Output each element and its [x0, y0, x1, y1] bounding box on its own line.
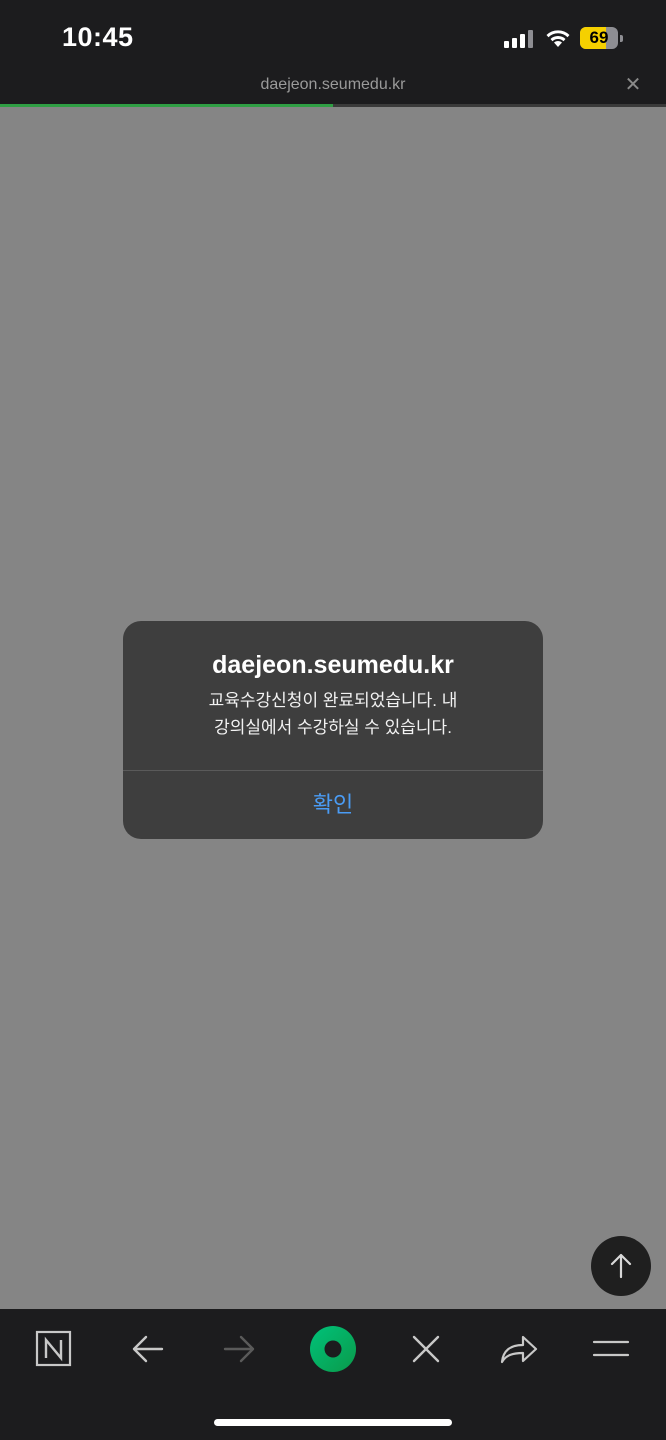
- green-dot-icon: [310, 1326, 356, 1372]
- scroll-to-top-button[interactable]: [591, 1236, 651, 1296]
- back-button[interactable]: [117, 1327, 177, 1371]
- menu-button[interactable]: [582, 1327, 642, 1371]
- close-button[interactable]: [396, 1327, 456, 1371]
- green-dot-button[interactable]: [303, 1325, 363, 1373]
- status-time: 10:45: [62, 22, 134, 52]
- forward-button[interactable]: [210, 1327, 270, 1371]
- status-bar: 10:45 69: [0, 0, 666, 74]
- arrow-up-icon: [610, 1253, 632, 1279]
- alert-message: 교육수강신청이 완료되었습니다. 내 강의실에서 수강하실 수 있습니다.: [163, 687, 503, 741]
- cellular-signal-icon: [504, 30, 534, 48]
- back-arrow-icon: [132, 1335, 164, 1363]
- battery-icon: 69: [580, 27, 623, 49]
- wifi-icon: [546, 30, 570, 47]
- alert-dialog: daejeon.seumedu.kr 교육수강신청이 완료되었습니다. 내 강의…: [123, 621, 543, 839]
- close-tab-icon[interactable]: ✕: [624, 74, 642, 96]
- close-icon: [412, 1335, 440, 1363]
- home-indicator: [214, 1419, 452, 1426]
- forward-arrow-icon: [223, 1335, 255, 1363]
- confirm-button[interactable]: 확인: [123, 771, 543, 839]
- menu-icon: [592, 1340, 630, 1357]
- url-bar[interactable]: daejeon.seumedu.kr ✕: [0, 74, 666, 104]
- naver-home-button[interactable]: [24, 1327, 84, 1371]
- url-text[interactable]: daejeon.seumedu.kr: [0, 76, 666, 94]
- alert-message-line-1: 교육수강신청이 완료되었습니다. 내: [208, 691, 458, 710]
- alert-title: daejeon.seumedu.kr: [212, 651, 454, 679]
- naver-n-icon: [35, 1330, 72, 1367]
- share-icon: [500, 1335, 538, 1364]
- alert-message-line-2: 강의실에서 수강하실 수 있습니다.: [214, 718, 452, 737]
- share-button[interactable]: [489, 1327, 549, 1371]
- battery-percent: 69: [589, 28, 609, 47]
